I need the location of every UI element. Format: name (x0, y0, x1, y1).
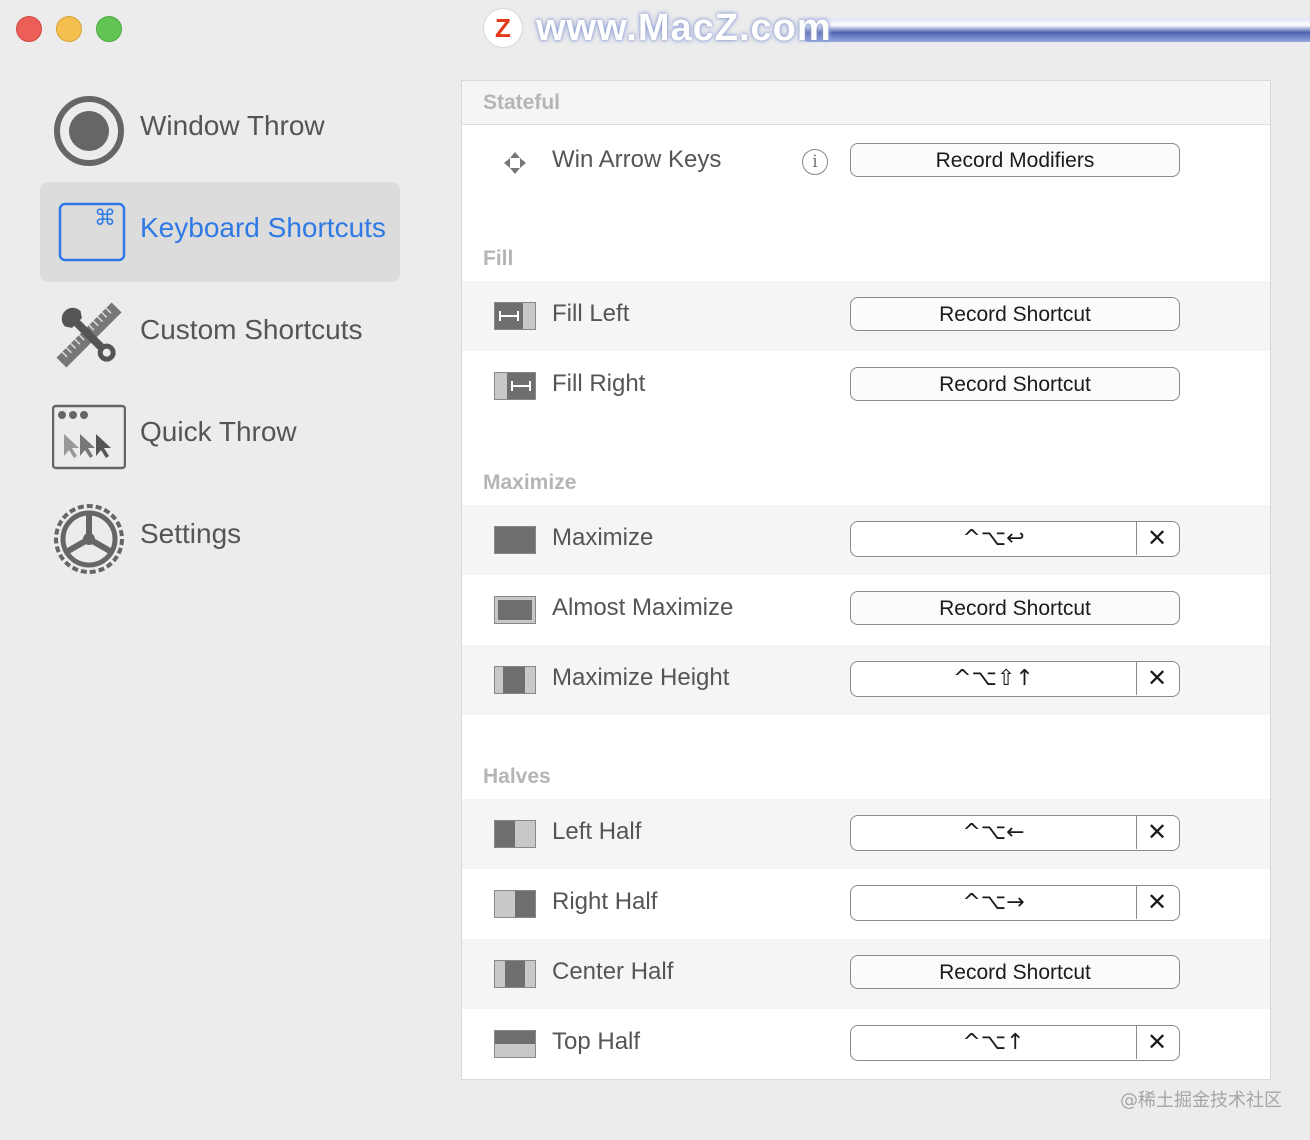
row-label: Fill Right (552, 370, 646, 397)
clear-shortcut-button[interactable]: ✕ (1135, 522, 1179, 555)
shortcut-row-center-half: Center Half Record Shortcut (462, 939, 1270, 1009)
watermark-banner: Z www.MacZ.com (484, 6, 1310, 50)
record-shortcut-button[interactable]: Record Shortcut (850, 297, 1180, 331)
record-shortcut-button[interactable]: Record Shortcut (850, 591, 1180, 625)
shortcut-row-maximize-height: Maximize Height ^⌥⇧↑ ✕ (462, 645, 1270, 715)
maximize-icon (494, 526, 536, 554)
record-shortcut-button[interactable]: Record Shortcut (850, 955, 1180, 989)
fill-right-icon (494, 372, 536, 400)
record-modifiers-button[interactable]: Record Modifiers (850, 143, 1180, 177)
shortcut-field[interactable]: ^⌥↩ ✕ (850, 521, 1180, 557)
info-icon[interactable]: i (802, 149, 828, 175)
arrow-keys-icon (504, 152, 526, 174)
section-header-maximize: Maximize (483, 471, 577, 494)
footer-watermark: @稀土掘金技术社区 (1120, 1090, 1282, 1111)
row-label: Right Half (552, 888, 658, 915)
record-shortcut-button[interactable]: Record Shortcut (850, 367, 1180, 401)
shortcut-keys[interactable]: ^⌥↩ (851, 522, 1137, 555)
row-label: Almost Maximize (552, 594, 734, 621)
app-window: Z www.MacZ.com Window Throw ⌘ Keyboard S… (0, 0, 1310, 1140)
shortcut-row-top-half: Top Half ^⌥↑ ✕ (462, 1009, 1270, 1079)
window-throw-icon (54, 96, 124, 166)
shortcut-row-fill-left: Fill Left Record Shortcut (462, 281, 1270, 351)
row-label: Center Half (552, 958, 674, 985)
fill-left-icon (494, 302, 536, 330)
row-label: Maximize Height (552, 664, 730, 691)
shortcuts-panel: Stateful Win Arrow Keys i Record Modifie… (461, 80, 1271, 1080)
row-label: Maximize (552, 524, 654, 551)
quick-throw-icon (52, 404, 126, 470)
shortcut-row-right-half: Right Half ^⌥→ ✕ (462, 869, 1270, 939)
watermark-logo: Z (484, 9, 522, 47)
shortcut-keys[interactable]: ^⌥⇧↑ (851, 662, 1137, 695)
sidebar-item-label: Window Throw (140, 110, 325, 141)
sidebar-item-label: Custom Shortcuts (140, 314, 363, 345)
row-label: Left Half (552, 818, 642, 845)
sidebar-item-label: Settings (140, 518, 242, 549)
sidebar-item-label: Quick Throw (140, 416, 297, 447)
shortcut-row-fill-right: Fill Right Record Shortcut (462, 351, 1270, 421)
watermark-text: www.MacZ.com (536, 6, 832, 49)
sidebar-item-label: Keyboard Shortcuts (140, 212, 386, 243)
sidebar-item-custom-shortcuts[interactable]: Custom Shortcuts (40, 284, 400, 384)
right-half-icon (494, 890, 536, 918)
shortcut-field[interactable]: ^⌥→ ✕ (850, 885, 1180, 921)
row-label: Fill Left (552, 300, 630, 327)
sidebar-item-settings[interactable]: Settings (40, 488, 400, 588)
section-header-fill: Fill (483, 247, 514, 270)
shortcut-row-left-half: Left Half ^⌥← ✕ (462, 799, 1270, 869)
shortcut-row-win-arrow-keys: Win Arrow Keys i Record Modifiers (462, 127, 1270, 197)
gear-icon (54, 504, 124, 574)
top-half-icon (494, 1030, 536, 1058)
command-glyph: ⌘ (94, 206, 116, 231)
shortcut-field[interactable]: ^⌥⇧↑ ✕ (850, 661, 1180, 697)
shortcut-row-maximize: Maximize ^⌥↩ ✕ (462, 505, 1270, 575)
left-half-icon (494, 820, 536, 848)
shortcut-keys[interactable]: ^⌥→ (851, 886, 1137, 919)
zoom-window-button[interactable] (96, 16, 122, 42)
clear-shortcut-button[interactable]: ✕ (1135, 662, 1179, 695)
shortcut-field[interactable]: ^⌥← ✕ (850, 815, 1180, 851)
almost-maximize-icon (494, 596, 536, 624)
clear-shortcut-button[interactable]: ✕ (1135, 816, 1179, 849)
watermark-streak (804, 18, 1310, 42)
shortcut-row-almost-maximize: Almost Maximize Record Shortcut (462, 575, 1270, 645)
section-header-stateful: Stateful (462, 81, 1270, 125)
row-label: Win Arrow Keys (552, 146, 722, 173)
sidebar-item-keyboard-shortcuts[interactable]: ⌘ Keyboard Shortcuts (40, 182, 400, 282)
clear-shortcut-button[interactable]: ✕ (1135, 1026, 1179, 1059)
shortcut-keys[interactable]: ^⌥← (851, 816, 1137, 849)
sidebar-item-window-throw[interactable]: Window Throw (40, 80, 400, 180)
minimize-window-button[interactable] (56, 16, 82, 42)
shortcut-keys[interactable]: ^⌥↑ (851, 1026, 1137, 1059)
sidebar-item-quick-throw[interactable]: Quick Throw (40, 386, 400, 486)
shortcut-field[interactable]: ^⌥↑ ✕ (850, 1025, 1180, 1061)
close-window-button[interactable] (16, 16, 42, 42)
row-label: Top Half (552, 1028, 641, 1055)
maximize-height-icon (494, 666, 536, 694)
section-header-halves: Halves (483, 765, 551, 788)
tools-icon (56, 302, 122, 368)
clear-shortcut-button[interactable]: ✕ (1135, 886, 1179, 919)
center-half-icon (494, 960, 536, 988)
